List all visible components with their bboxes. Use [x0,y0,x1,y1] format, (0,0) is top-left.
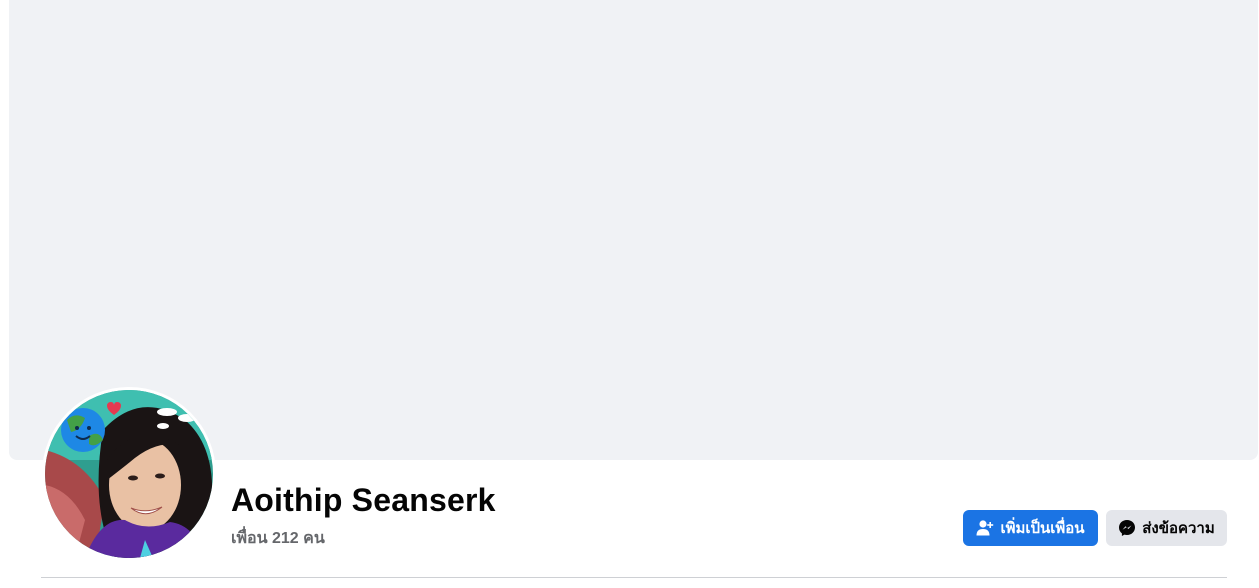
messenger-icon [1118,519,1136,537]
cover-photo[interactable] [9,0,1258,460]
friends-count[interactable]: เพื่อน 212 คน [231,526,325,551]
profile-picture-image [45,390,213,558]
header-divider [41,577,1227,578]
add-friend-label: เพิ่มเป็นเพื่อน [1000,520,1085,537]
message-button[interactable]: ส่งข้อความ [1106,510,1227,546]
message-label: ส่งข้อความ [1142,520,1215,537]
profile-picture[interactable] [45,390,213,558]
profile-header: Aoithip Seanserk เพื่อน 212 คน เพิ่มเป็น… [0,0,1259,588]
add-friend-button[interactable]: เพิ่มเป็นเพื่อน [963,510,1098,546]
add-friend-icon [976,519,994,537]
profile-name: Aoithip Seanserk [231,482,496,518]
